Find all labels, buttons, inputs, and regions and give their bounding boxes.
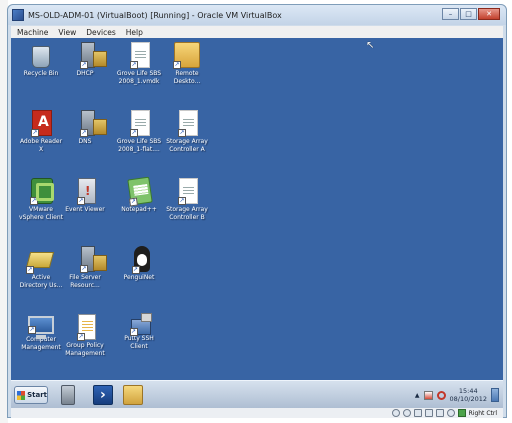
action-center-icon[interactable] (423, 390, 433, 400)
clock-time: 15:44 (458, 387, 478, 395)
optical-drive-icon[interactable] (402, 409, 411, 417)
menu-help[interactable]: Help (126, 28, 143, 37)
desktop-icon-remote-desktop[interactable]: ↗ Remote Deskto... (159, 42, 215, 85)
desktop-icon-label: Storage Array Controller B (166, 206, 208, 221)
desktop-icon-label: Adobe Reader X (19, 138, 63, 153)
guest-taskbar: Start ▲ 15:44 08/10/2012 (11, 380, 503, 408)
desktop-icon-label: Recycle Bin (23, 70, 59, 77)
desktop-icon-label: Grove Life SBS 2008_1.vmdk (116, 70, 162, 85)
start-label: Start (27, 391, 47, 399)
document-icon: ↗ (178, 178, 198, 205)
adobe-reader-icon: ↗ (31, 110, 52, 137)
file-icon: ↗ (130, 110, 150, 137)
desktop-icon-label: Group Policy Management (65, 342, 105, 357)
desktop-icon-label: Remote Deskto... (173, 70, 201, 85)
desktop-icon-group-policy[interactable]: ↗ Group Policy Management (57, 314, 113, 357)
window-controls: – □ ✕ (442, 8, 500, 20)
computer-icon: ↗ (28, 316, 54, 339)
desktop-icon-dns[interactable]: ↗ DNS (57, 110, 113, 146)
menu-view[interactable]: View (58, 28, 76, 37)
document-icon: ↗ (178, 110, 198, 137)
desktop-icon-label: Putty SSH Client (124, 335, 154, 350)
close-button[interactable]: ✕ (478, 8, 500, 20)
virtualbox-app-icon (12, 9, 24, 21)
notepad-icon: ↗ (127, 176, 153, 207)
recycle-bin-icon (28, 42, 54, 68)
desktop-icon-putty-ssh[interactable]: ↗ Putty SSH Client (111, 313, 167, 350)
desktop-icon-file-server[interactable]: ↗ File Server Resourc... (57, 246, 113, 289)
host-key-icon (457, 409, 466, 417)
show-desktop-button[interactable] (491, 388, 499, 402)
title-bar[interactable]: MS-OLD-ADM-01 (VirtualBoot) [Running] - … (8, 5, 506, 25)
virtualbox-status-bar: Right Ctrl (11, 408, 503, 418)
server-manager-taskbar-icon[interactable] (61, 385, 75, 405)
usb-icon[interactable] (424, 409, 433, 417)
windows-logo-icon (17, 390, 26, 400)
system-tray: ▲ 15:44 08/10/2012 (415, 384, 499, 406)
shared-folders-icon[interactable] (435, 409, 444, 417)
desktop-icon-storage-array-b[interactable]: ↗ Storage Array Controller B (159, 178, 215, 221)
putty-icon: ↗ (129, 313, 152, 336)
desktop-icon-event-viewer[interactable]: ↗ Event Viewer (57, 178, 113, 214)
guest-desktop[interactable]: ↖ Recycle Bin ↗ DHCP ↗ Grove Life SBS 20… (11, 38, 503, 408)
menu-devices[interactable]: Devices (86, 28, 116, 37)
desktop-icon-label: Grove Life SBS 2008_1-flat.... (116, 138, 162, 153)
window-title: MS-OLD-ADM-01 (VirtualBoot) [Running] - … (28, 10, 282, 20)
taskbar-clock[interactable]: 15:44 08/10/2012 (450, 387, 487, 403)
mouse-integration-icon[interactable] (446, 409, 455, 417)
desktop-icon-label: Storage Array Controller A (166, 138, 208, 153)
virtualbox-window: MS-OLD-ADM-01 (VirtualBoot) [Running] - … (7, 4, 507, 418)
clock-date: 08/10/2012 (449, 395, 487, 403)
desktop-icon-label: File Server Resourc... (69, 274, 101, 289)
desktop-icon-label: Event Viewer (65, 206, 105, 213)
dhcp-icon: ↗ (80, 42, 107, 69)
network-icon[interactable] (436, 390, 446, 400)
menu-machine[interactable]: Machine (17, 28, 48, 37)
desktop-icon-label: DNS (78, 138, 92, 145)
event-viewer-icon: ↗ (77, 178, 96, 205)
network-adapter-icon[interactable] (413, 409, 422, 417)
active-directory-icon: ↗ (25, 246, 55, 274)
vmware-icon: ↗ (30, 178, 54, 205)
powershell-taskbar-icon[interactable] (93, 385, 113, 405)
start-button[interactable]: Start (14, 386, 48, 404)
mouse-cursor-icon: ↖ (366, 40, 375, 51)
minimize-button[interactable]: – (442, 8, 459, 20)
penguin-icon: ↗ (131, 246, 150, 274)
maximize-button[interactable]: □ (460, 8, 477, 20)
file-icon: ↗ (130, 42, 150, 69)
desktop-icon-penguinet[interactable]: ↗ PenguiNet (111, 246, 167, 282)
menu-bar: Machine View Devices Help (11, 26, 503, 38)
desktop-icon-storage-array-a[interactable]: ↗ Storage Array Controller A (159, 110, 215, 153)
host-key-label: Right Ctrl (468, 409, 497, 417)
desktop-icon-label: Notepad++ (121, 206, 157, 213)
desktop-icon-label: DHCP (76, 70, 94, 77)
dns-icon: ↗ (80, 110, 107, 137)
desktop-icon-dhcp[interactable]: ↗ DHCP (57, 42, 113, 78)
desktop-icon-label: Active Directory Us... (19, 274, 63, 289)
explorer-taskbar-icon[interactable] (123, 385, 143, 405)
group-policy-icon: ↗ (77, 314, 96, 341)
tray-expand-icon[interactable]: ▲ (415, 392, 420, 399)
hard-disk-icon[interactable] (391, 409, 400, 417)
desktop-icon-label: PenguiNet (123, 274, 155, 281)
file-server-icon: ↗ (80, 246, 107, 273)
folder-icon: ↗ (173, 42, 200, 69)
